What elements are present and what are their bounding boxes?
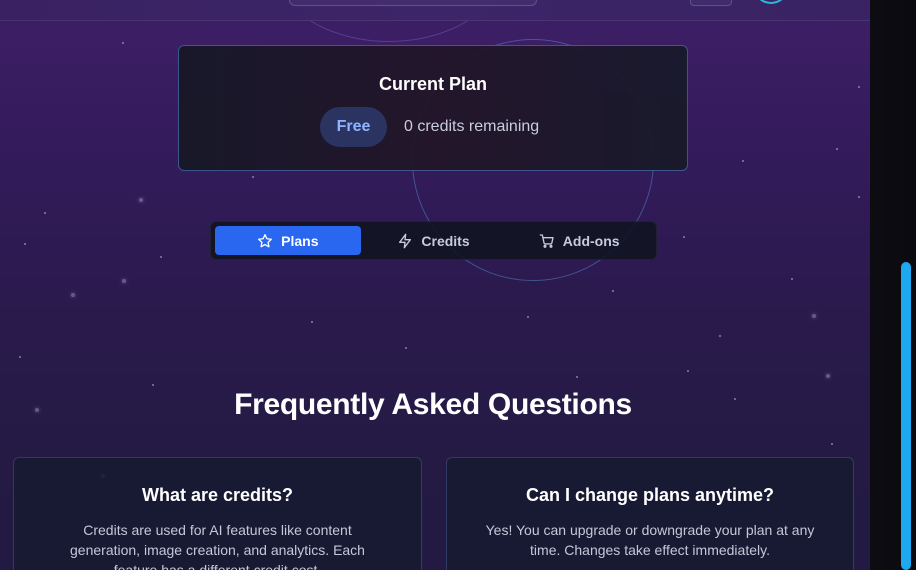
tab-plans-label: Plans bbox=[281, 232, 319, 249]
faq-answer: Credits are used for AI features like co… bbox=[70, 522, 365, 570]
current-plan-title: Current Plan bbox=[378, 74, 488, 94]
toolbar-button[interactable] bbox=[690, 0, 732, 6]
cart-icon bbox=[539, 233, 554, 248]
tab-plans[interactable]: Plans bbox=[215, 226, 361, 255]
avatar[interactable] bbox=[754, 0, 788, 4]
credits-remaining-text: 0 credits remaining bbox=[404, 118, 540, 135]
current-plan-card: Current Plan Free 0 credits remaining bbox=[178, 45, 688, 171]
faq-card: What are credits? Credits are used for A… bbox=[13, 457, 422, 570]
tab-add-ons-label: Add-ons bbox=[562, 232, 620, 249]
lightning-icon bbox=[399, 233, 412, 248]
faq-question: What are credits? bbox=[141, 485, 294, 505]
star-icon bbox=[258, 233, 273, 247]
top-navigation-bar bbox=[0, 0, 870, 21]
faq-heading: Frequently Asked Questions bbox=[234, 388, 632, 421]
search-input[interactable] bbox=[289, 0, 537, 6]
tab-credits[interactable]: Credits bbox=[361, 226, 507, 255]
tab-credits-label: Credits bbox=[421, 232, 470, 249]
pricing-tabs: Plans Credits Add-ons bbox=[210, 221, 657, 260]
plan-badge: Free bbox=[320, 107, 387, 147]
faq-card: Can I change plans anytime? Yes! You can… bbox=[446, 457, 854, 570]
faq-question: Can I change plans anytime? bbox=[525, 485, 775, 505]
faq-answer: Yes! You can upgrade or downgrade your p… bbox=[485, 522, 815, 558]
tab-add-ons[interactable]: Add-ons bbox=[506, 226, 652, 255]
scrollbar-thumb[interactable] bbox=[901, 262, 911, 570]
